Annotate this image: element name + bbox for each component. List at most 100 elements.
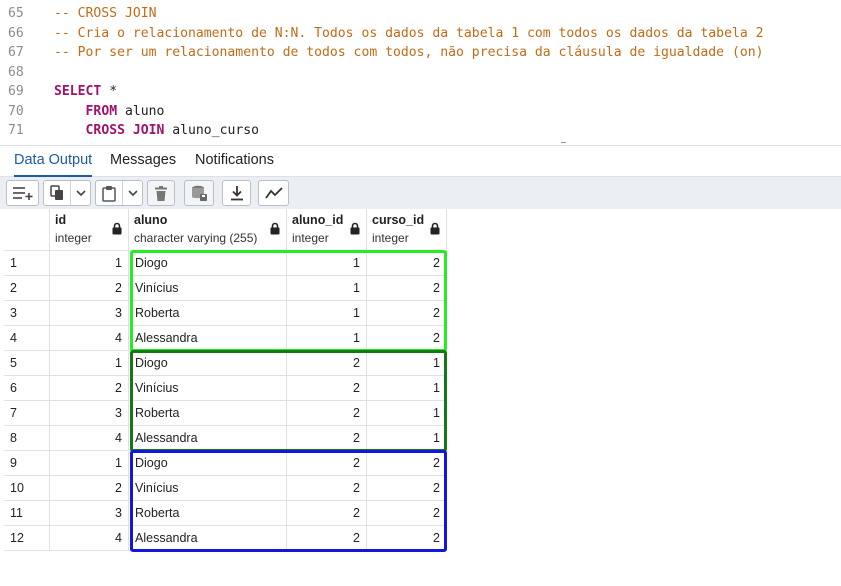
line-number: 67 (8, 45, 24, 60)
sql-keyword: SELECT (54, 84, 102, 99)
results-tab-bar: Data Output Messages Notifications (0, 145, 841, 177)
download-button[interactable] (222, 180, 251, 206)
code-line: 69 SELECT * (0, 82, 841, 102)
line-number: 68 (8, 64, 24, 80)
column-name: aluno_id (292, 213, 344, 227)
cell-aluno[interactable]: Vinícius (129, 276, 287, 301)
row-number: 4 (4, 326, 50, 351)
graph-visualiser-button[interactable] (258, 180, 289, 206)
download-icon (230, 186, 243, 201)
column-name: aluno (134, 213, 168, 227)
paste-button[interactable] (96, 181, 123, 205)
cell-aluno-id[interactable]: 1 (287, 301, 367, 326)
cell-curso-id[interactable]: 2 (367, 526, 447, 551)
cell-aluno[interactable]: Vinícius (129, 376, 287, 401)
row-number: 8 (4, 426, 50, 451)
column-header-id[interactable]: id integer (50, 209, 129, 251)
cell-aluno-id[interactable]: 2 (287, 376, 367, 401)
cell-id[interactable]: 4 (50, 526, 129, 551)
line-number: 70 (8, 103, 24, 119)
cell-aluno-id[interactable]: 2 (287, 451, 367, 476)
line-chart-icon (264, 187, 283, 199)
cell-aluno-id[interactable]: 2 (287, 401, 367, 426)
sql-comment: -- CROSS JOIN (54, 6, 157, 21)
lock-icon (270, 222, 280, 235)
cell-id[interactable]: 1 (50, 351, 129, 376)
cell-curso-id[interactable]: 2 (367, 251, 447, 276)
code-text: -- Por ser um relacionamento de todos co… (54, 43, 763, 63)
cell-aluno[interactable]: Diogo (129, 251, 287, 276)
copy-dropdown-button[interactable] (71, 181, 90, 205)
row-number-header (4, 209, 50, 251)
cell-curso-id[interactable]: 1 (367, 351, 447, 376)
row-number: 2 (4, 276, 50, 301)
cell-id[interactable]: 3 (50, 401, 129, 426)
tab-data-output[interactable]: Data Output (14, 146, 93, 177)
chevron-down-icon (75, 189, 86, 196)
query-editor[interactable]: 65 -- CROSS JOIN 66 -- Cria o relacionament… (0, 0, 841, 145)
cell-aluno-id[interactable]: 1 (287, 251, 367, 276)
cell-id[interactable]: 1 (50, 251, 129, 276)
line-number: 65 (8, 6, 24, 21)
lock-icon (350, 222, 360, 235)
cell-id[interactable]: 3 (50, 301, 129, 326)
cell-curso-id[interactable]: 2 (367, 301, 447, 326)
cell-curso-id[interactable]: 2 (367, 501, 447, 526)
column-header-curso-id[interactable]: curso_id integer (367, 209, 447, 251)
cell-aluno-id[interactable]: 1 (287, 326, 367, 351)
cell-id[interactable]: 1 (50, 451, 129, 476)
cell-aluno[interactable]: Roberta (129, 501, 287, 526)
cell-aluno[interactable]: Roberta (129, 401, 287, 426)
cell-id[interactable]: 4 (50, 326, 129, 351)
cell-curso-id[interactable]: 2 (367, 451, 447, 476)
cell-curso-id[interactable]: 2 (367, 276, 447, 301)
copy-button[interactable] (44, 181, 71, 205)
column-type: integer (292, 231, 329, 245)
row-number: 10 (4, 476, 50, 501)
tab-notifications[interactable]: Notifications (195, 146, 274, 177)
column-type: integer (372, 231, 409, 245)
cell-aluno[interactable]: Diogo (129, 351, 287, 376)
cell-aluno-id[interactable]: 2 (287, 526, 367, 551)
cell-aluno-id[interactable]: 2 (287, 426, 367, 451)
row-number: 12 (4, 526, 50, 551)
cell-id[interactable]: 2 (50, 376, 129, 401)
column-header-aluno[interactable]: aluno character varying (255) (129, 209, 287, 251)
cell-id[interactable]: 2 (50, 276, 129, 301)
sql-text: aluno (117, 103, 165, 119)
cell-aluno-id[interactable]: 2 (287, 476, 367, 501)
cell-aluno[interactable]: Alessandra (129, 426, 287, 451)
cell-aluno[interactable]: Diogo (129, 451, 287, 476)
data-output-toolbar (0, 177, 841, 209)
cell-aluno[interactable]: Vinícius (129, 476, 287, 501)
column-type: integer (55, 231, 92, 245)
row-number: 7 (4, 401, 50, 426)
cell-aluno[interactable]: Roberta (129, 301, 287, 326)
column-type: character varying (255) (134, 231, 258, 245)
cell-aluno-id[interactable]: 2 (287, 351, 367, 376)
line-number: 69 (8, 84, 24, 99)
cell-curso-id[interactable]: 2 (367, 476, 447, 501)
add-row-button[interactable] (6, 180, 39, 206)
cell-curso-id[interactable]: 1 (367, 401, 447, 426)
tab-messages[interactable]: Messages (110, 146, 176, 177)
cell-id[interactable]: 3 (50, 501, 129, 526)
cell-id[interactable]: 2 (50, 476, 129, 501)
cell-aluno-id[interactable]: 2 (287, 501, 367, 526)
cell-aluno-id[interactable]: 1 (287, 276, 367, 301)
paste-dropdown-button[interactable] (123, 181, 142, 205)
save-data-button[interactable] (184, 180, 214, 206)
column-header-aluno-id[interactable]: aluno_idinteger (287, 209, 367, 251)
code-text: -- Cria o relacionamento de N:N. Todos o… (54, 24, 763, 44)
cell-id[interactable]: 4 (50, 426, 129, 451)
cell-curso-id[interactable]: 2 (367, 326, 447, 351)
row-number: 3 (4, 301, 50, 326)
delete-row-button[interactable] (147, 180, 175, 206)
paste-button-group (95, 180, 143, 206)
cell-aluno[interactable]: Alessandra (129, 326, 287, 351)
delete-icon (155, 185, 167, 201)
cell-curso-id[interactable]: 1 (367, 426, 447, 451)
sql-comment: -- Cria o relacionamento de N:N. Todos o… (54, 25, 764, 41)
cell-curso-id[interactable]: 1 (367, 376, 447, 401)
cell-aluno[interactable]: Alessandra (129, 526, 287, 551)
